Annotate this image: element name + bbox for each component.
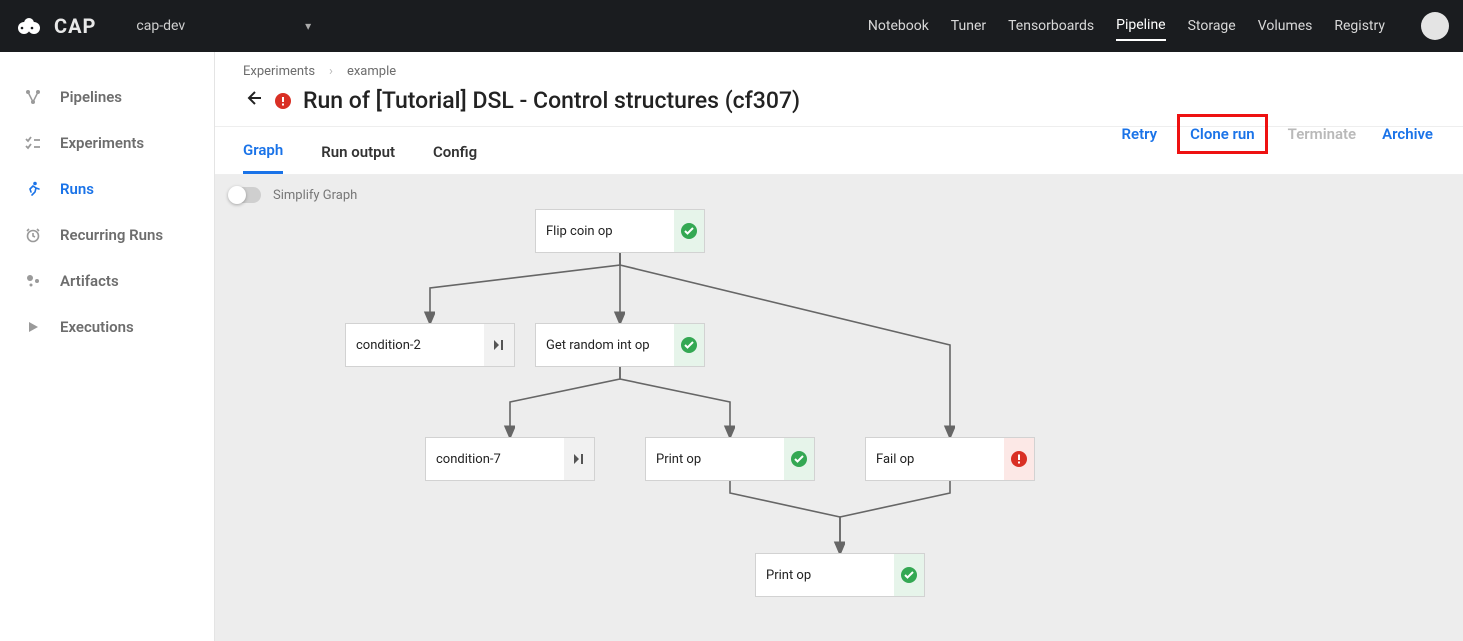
sidebar-item-artifacts[interactable]: Artifacts (0, 258, 214, 304)
play-icon (24, 320, 42, 334)
graph-node-cond7[interactable]: condition-7 (425, 437, 595, 481)
graph-node-print2[interactable]: Print op (755, 553, 925, 597)
node-label: Get random int op (536, 338, 650, 353)
clock-icon (24, 227, 42, 243)
node-label: Fail op (866, 452, 914, 467)
retry-button[interactable]: Retry (1122, 125, 1158, 143)
graph-node-failop[interactable]: Fail op (865, 437, 1035, 481)
graph-node-print1[interactable]: Print op (645, 437, 815, 481)
graph-node-flip[interactable]: Flip coin op (535, 209, 705, 253)
project-selector[interactable]: cap-dev ▾ (136, 18, 311, 34)
checklist-icon (24, 135, 42, 151)
app-logo[interactable]: CAP (16, 14, 96, 38)
nav-pipeline[interactable]: Pipeline (1116, 11, 1166, 41)
status-success-icon (674, 324, 704, 366)
node-label: Print op (646, 452, 701, 467)
clone-run-button[interactable]: Clone run (1177, 114, 1268, 154)
bubbles-icon (24, 273, 42, 289)
simplify-toggle[interactable] (229, 187, 261, 203)
user-avatar[interactable] (1421, 12, 1449, 40)
sidebar-item-executions[interactable]: Executions (0, 304, 214, 350)
tab-run-output[interactable]: Run output (321, 143, 395, 173)
status-success-icon (784, 438, 814, 480)
breadcrumb: Experiments › example (243, 64, 1435, 79)
tab-config[interactable]: Config (433, 143, 477, 173)
sidebar-item-label: Runs (60, 180, 94, 198)
top-nav: Notebook Tuner Tensorboards Pipeline Sto… (868, 11, 1449, 41)
sidebar: Pipelines Experiments Runs Recurring Run… (0, 52, 215, 641)
nav-notebook[interactable]: Notebook (868, 12, 929, 40)
status-fail-icon (1004, 438, 1034, 480)
node-label: Flip coin op (536, 224, 613, 239)
nav-volumes[interactable]: Volumes (1258, 12, 1313, 40)
nav-tuner[interactable]: Tuner (951, 12, 986, 40)
archive-button[interactable]: Archive (1382, 125, 1433, 143)
back-button[interactable] (243, 88, 263, 113)
project-name: cap-dev (136, 18, 185, 34)
sidebar-item-label: Pipelines (60, 88, 122, 106)
chevron-right-icon: › (329, 64, 333, 79)
status-skip-icon (564, 438, 594, 480)
running-icon (24, 181, 42, 197)
sidebar-item-label: Artifacts (60, 272, 119, 290)
nav-tensorboards[interactable]: Tensorboards (1008, 12, 1094, 40)
status-skip-icon (484, 324, 514, 366)
sidebar-item-recurring-runs[interactable]: Recurring Runs (0, 212, 214, 258)
sidebar-item-pipelines[interactable]: Pipelines (0, 74, 214, 120)
status-success-icon (674, 210, 704, 252)
sidebar-item-label: Executions (60, 318, 134, 336)
graph-node-getrand[interactable]: Get random int op (535, 323, 705, 367)
share-nodes-icon (24, 89, 42, 105)
logo-icon (16, 16, 46, 36)
node-label: condition-2 (346, 338, 421, 353)
status-success-icon (894, 554, 924, 596)
nav-storage[interactable]: Storage (1188, 12, 1236, 40)
app-name: CAP (54, 14, 96, 38)
nav-registry[interactable]: Registry (1334, 12, 1385, 40)
run-actions: Retry Clone run Terminate Archive (1122, 122, 1434, 146)
tab-graph[interactable]: Graph (243, 141, 283, 174)
terminate-button: Terminate (1288, 125, 1356, 143)
graph-canvas[interactable]: Simplify Graph Flip coin op condition-2 Ge… (215, 175, 1463, 641)
breadcrumb-leaf[interactable]: example (347, 64, 396, 79)
page-title: Run of [Tutorial] DSL - Control structur… (303, 87, 800, 114)
breadcrumb-root[interactable]: Experiments (243, 64, 315, 79)
sidebar-item-experiments[interactable]: Experiments (0, 120, 214, 166)
sidebar-item-runs[interactable]: Runs (0, 166, 214, 212)
error-icon (275, 93, 291, 109)
sidebar-item-label: Experiments (60, 134, 144, 152)
node-label: Print op (756, 568, 811, 583)
node-label: condition-7 (426, 452, 501, 467)
simplify-label: Simplify Graph (273, 188, 357, 203)
graph-node-cond2[interactable]: condition-2 (345, 323, 515, 367)
chevron-down-icon: ▾ (305, 19, 311, 33)
sidebar-item-label: Recurring Runs (60, 226, 163, 244)
